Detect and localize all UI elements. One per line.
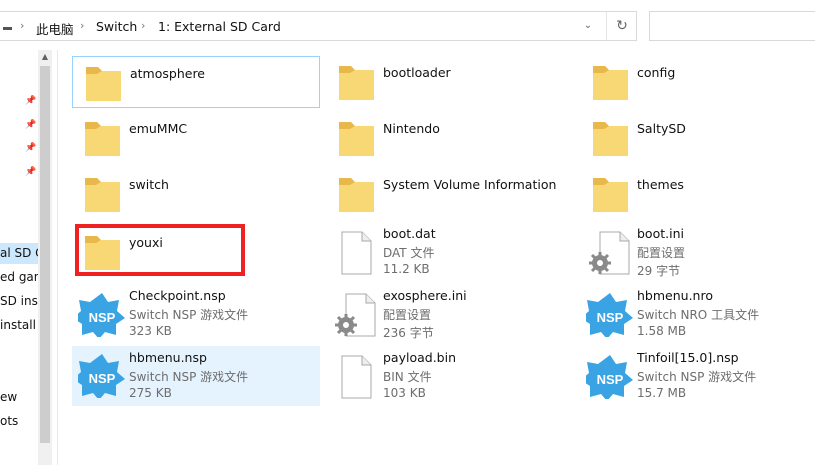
folder-icon [85,178,120,212]
folder-icon [86,67,121,101]
file-item-selected[interactable]: NSP hbmenu.nsp Switch NSP 游戏文件 275 KB [72,346,320,406]
svg-text:NSP: NSP [89,371,116,386]
nav-item-screenshots[interactable]: ots [0,414,38,428]
file-size: 275 KB [129,386,172,400]
file-name: Nintendo [383,121,440,136]
file-name: boot.ini [637,226,684,241]
folder-item[interactable]: bootloader [326,56,574,108]
file-type: Switch NSP 游戏文件 [637,370,757,384]
file-type: DAT 文件 [383,246,435,260]
file-name: Tinfoil[15.0].nsp [637,350,739,365]
file-type: Switch NRO 工具文件 [637,308,760,322]
file-name: atmosphere [130,66,205,81]
breadcrumb-this-pc[interactable]: 此电脑 [36,19,74,38]
scrollbar-thumb[interactable] [40,66,50,443]
file-item[interactable]: NSP Tinfoil[15.0].nsp Switch NSP 游戏文件 15… [580,350,810,402]
folder-icon [593,122,628,156]
file-size: 323 KB [129,324,172,338]
folder-item[interactable]: config [580,56,810,108]
search-input[interactable] [649,11,815,41]
file-item[interactable]: payload.bin BIN 文件 103 KB [326,350,574,402]
nro-file-icon: NSP [586,293,633,337]
file-name: SaltySD [637,121,686,136]
nav-item-install[interactable]: install [0,318,38,332]
svg-text:NSP: NSP [89,310,116,325]
breadcrumb-separator: › [80,19,85,32]
nav-item-view[interactable]: ew [0,390,38,404]
file-name: hbmenu.nro [637,288,713,303]
folder-icon [339,178,374,212]
file-item[interactable]: boot.dat DAT 文件 11.2 KB [326,226,574,278]
pin-icon[interactable]: 📌 [25,120,36,130]
settings-file-icon [335,293,376,337]
folder-item[interactable]: themes [580,168,810,220]
scroll-up-arrow-icon[interactable]: ▲ [38,52,52,62]
highlight-box [75,224,245,276]
svg-text:NSP: NSP [597,372,624,387]
folder-icon [593,178,628,212]
folder-item[interactable]: switch [72,168,320,220]
folder-icon [593,66,628,100]
history-dropdown-icon[interactable]: ⌄ [571,12,605,40]
file-size: 11.2 KB [383,262,430,276]
nav-item-sd-card[interactable]: al SD C [0,246,38,260]
file-name: boot.dat [383,226,436,241]
blank-file-icon [341,355,372,399]
file-name: emuMMC [129,121,188,136]
nsp-file-icon: NSP [78,354,125,398]
folder-icon [339,122,374,156]
folder-icon [85,122,120,156]
file-size: 236 字节 [383,326,434,340]
pin-icon[interactable]: 📌 [25,143,36,153]
file-name: themes [637,177,684,192]
breadcrumb-separator: › [141,19,146,32]
refresh-icon[interactable]: ↻ [606,12,637,40]
file-name: Checkpoint.nsp [129,288,226,303]
file-item[interactable]: boot.ini 配置设置 29 字节 [580,226,810,278]
pin-icon[interactable]: 📌 [25,167,36,177]
file-type: Switch NSP 游戏文件 [129,370,249,384]
nav-scrollbar[interactable]: ▲ [38,50,52,465]
file-name: bootloader [383,65,451,80]
svg-text:NSP: NSP [597,310,624,325]
file-size: 1.58 MB [637,324,687,338]
file-size: 15.7 MB [637,386,687,400]
breadcrumb-switch[interactable]: Switch [96,19,137,34]
file-type: 配置设置 [637,246,686,260]
breadcrumb-sd-card[interactable]: 1: External SD Card [158,19,281,34]
file-name: payload.bin [383,350,457,365]
folder-item[interactable]: System Volume Information [326,168,574,220]
nav-item-installed-games[interactable]: ed gam [0,270,38,284]
blank-file-icon [341,231,372,275]
file-size: 29 字节 [637,264,681,278]
folder-item[interactable]: atmosphere [72,56,320,108]
settings-file-icon [589,231,630,275]
address-toolbar: › 此电脑 › Switch › 1: External SD Card ⌄ ↻ [0,0,815,50]
file-size: 103 KB [383,386,426,400]
file-name: hbmenu.nsp [129,350,207,365]
nsp-file-icon: NSP [78,293,125,337]
nsp-file-icon: NSP [586,355,633,399]
file-name: exosphere.ini [383,288,467,303]
address-bar[interactable]: › 此电脑 › Switch › 1: External SD Card ⌄ ↻ [0,11,637,41]
file-name: System Volume Information [383,177,557,192]
file-type: Switch NSP 游戏文件 [129,308,249,322]
folder-item[interactable]: Nintendo [326,112,574,164]
file-name: config [637,65,676,80]
file-type: BIN 文件 [383,370,432,384]
file-item[interactable]: NSP hbmenu.nro Switch NRO 工具文件 1.58 MB [580,288,810,340]
nav-item-sd-install[interactable]: SD inst [0,294,38,308]
folder-icon [339,66,374,100]
folder-item[interactable]: emuMMC [72,112,320,164]
file-item[interactable]: exosphere.ini 配置设置 236 字节 [326,288,574,340]
file-type: 配置设置 [383,308,432,322]
breadcrumb-separator: › [20,19,25,32]
pin-icon[interactable]: 📌 [25,96,36,106]
drive-icon [3,22,12,30]
folder-item[interactable]: SaltySD [580,112,810,164]
file-item[interactable]: NSP Checkpoint.nsp Switch NSP 游戏文件 323 K… [72,288,320,340]
file-name: switch [129,177,169,192]
